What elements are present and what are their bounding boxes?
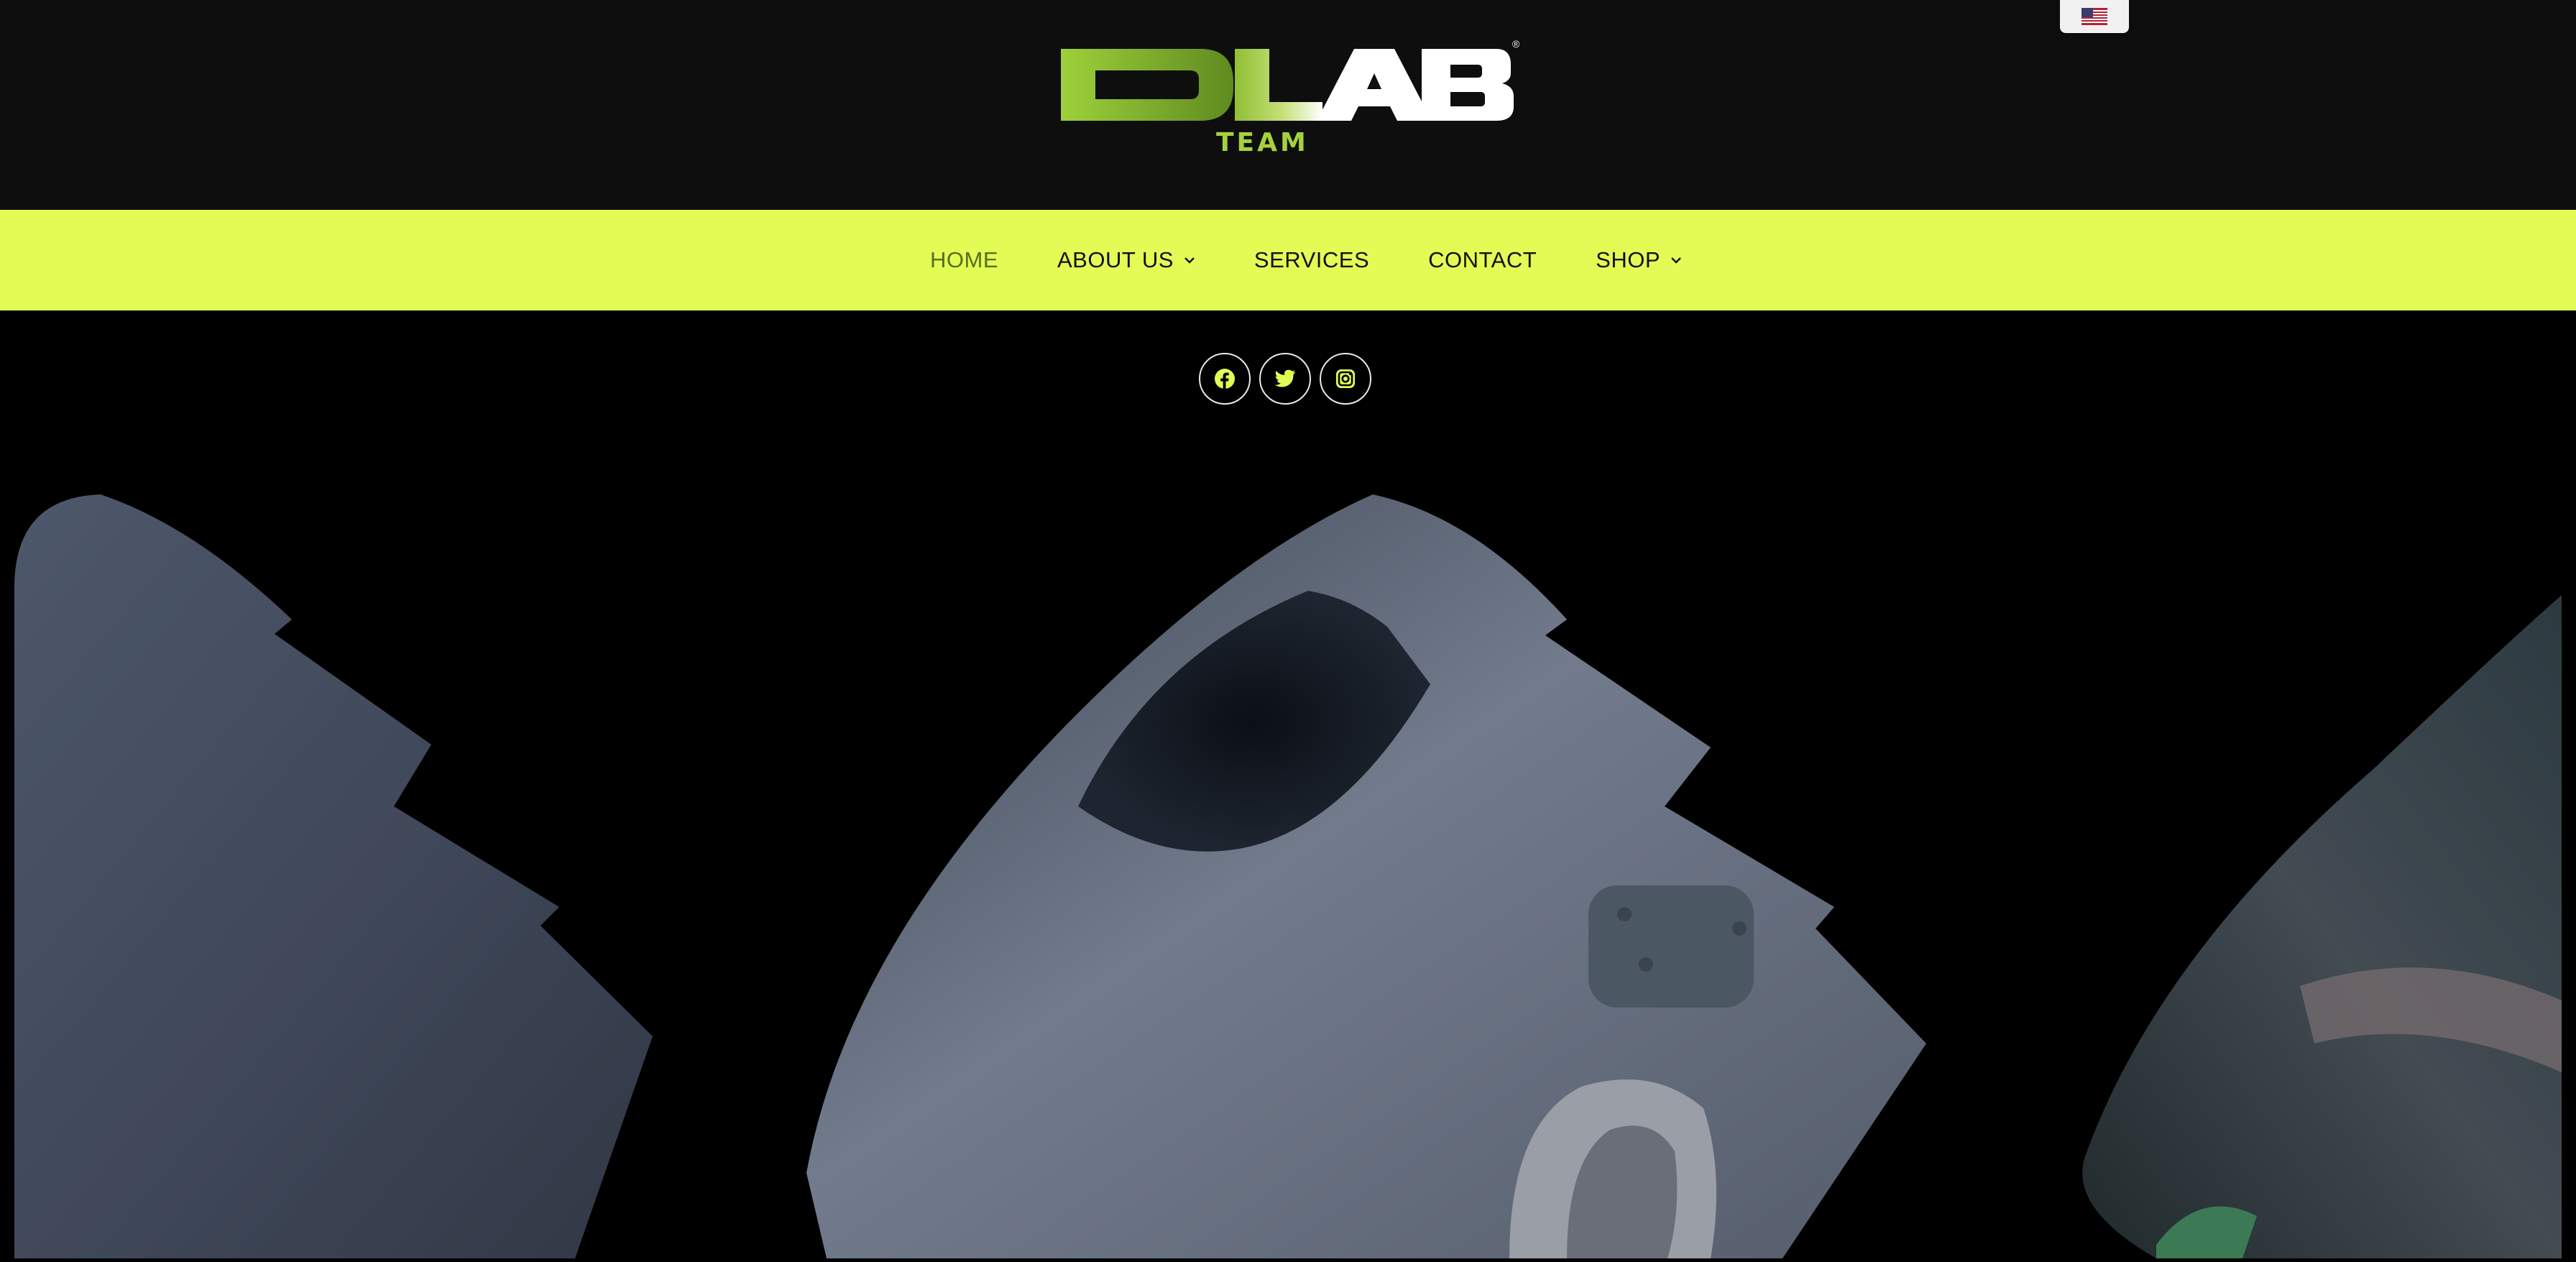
nav-item-shop[interactable]: SHOP [1596,210,1682,310]
nav-item-label: SHOP [1596,247,1661,272]
nav-item-label: SERVICES [1254,247,1370,272]
nav-list: HOME ABOUT US SERVICES CONTACT SHOP [930,210,1682,310]
hero-image-gallery [0,310,2576,1258]
gallery-image-center [806,494,1926,1258]
chevron-down-icon [1670,257,1682,264]
nav-item-services[interactable]: SERVICES [1254,210,1369,310]
logo-subtext: TEAM [1216,128,1309,157]
dlab-team-logo[interactable]: ® TEAM [1057,37,1524,160]
nav-item-label: ABOUT US [1057,247,1174,272]
us-flag-icon [2082,8,2107,25]
language-selector[interactable] [2060,0,2129,33]
chevron-down-icon [1184,257,1195,264]
gallery-image-right [2082,595,2562,1258]
nav-item-label: CONTACT [1428,247,1537,272]
registered-mark: ® [1512,38,1520,50]
site-header: ® TEAM [0,0,2576,210]
nav-item-contact[interactable]: CONTACT [1428,210,1537,310]
main-navigation: HOME ABOUT US SERVICES CONTACT SHOP [0,210,2576,310]
nav-item-about-us[interactable]: ABOUT US [1057,210,1195,310]
gallery-image-left [14,494,653,1258]
nav-item-home[interactable]: HOME [930,210,998,310]
nav-item-label: HOME [930,247,998,272]
